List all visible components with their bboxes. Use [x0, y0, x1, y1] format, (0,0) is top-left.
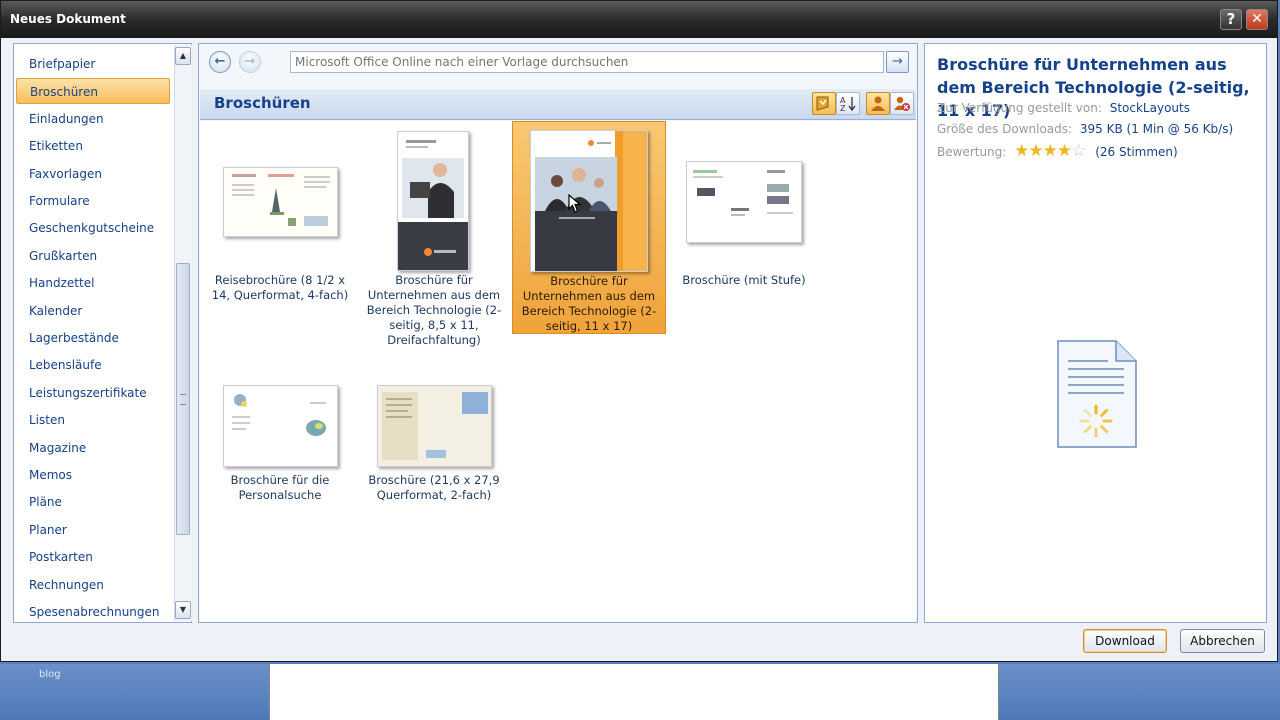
template-tile[interactable]: Broschüre (21,6 x 27,9 Querformat, 2-fac…	[358, 355, 510, 567]
rating-votes: (26 Stimmen)	[1095, 145, 1178, 159]
category-item[interactable]: Broschüren	[16, 78, 170, 105]
category-list: Briefpapier Broschüren Einladungen Etikette…	[13, 43, 192, 623]
template-caption: Broschüre für Unternehmen aus dem Bereic…	[366, 273, 502, 347]
sort-az-icon[interactable]: AZ	[836, 92, 860, 115]
background-document-page	[269, 664, 999, 720]
document-loading-icon	[1057, 340, 1137, 448]
category-item[interactable]: Spesenabrechnungen	[16, 599, 170, 625]
view-person-remove-icon[interactable]	[890, 92, 914, 115]
scroll-thumb[interactable]	[176, 263, 190, 535]
template-thumbnail	[377, 385, 492, 467]
category-item[interactable]: Listen	[16, 407, 170, 433]
template-thumbnail	[223, 385, 338, 467]
provided-by-label: Zur Verfügung gestellt von:	[937, 101, 1102, 115]
cancel-button[interactable]: Abbrechen	[1180, 629, 1265, 653]
category-item[interactable]: Rechnungen	[16, 572, 170, 598]
category-item[interactable]: Grußkarten	[16, 243, 170, 269]
view-person-icon[interactable]	[866, 92, 890, 115]
rating-stars: ★★★★☆	[1014, 141, 1086, 161]
category-item[interactable]: Lebensläufe	[16, 352, 170, 378]
star-icon: ★	[1014, 141, 1029, 161]
template-thumbnail	[530, 130, 648, 272]
category-item[interactable]: Handzettel	[16, 270, 170, 296]
section-title: Broschüren	[214, 94, 311, 112]
new-document-dialog: Neues Dokument ? ✕ Briefpapier Broschüren…	[0, 0, 1278, 662]
search-input[interactable]	[290, 51, 884, 73]
download-size-row: Größe des Downloads: 395 KB (1 Min @ 56 …	[937, 122, 1233, 136]
category-item[interactable]: Postkarten	[16, 544, 170, 570]
category-item[interactable]: Einladungen	[16, 106, 170, 132]
rating-row: Bewertung: ★★★★☆ (26 Stimmen)	[937, 141, 1178, 161]
star-icon: ★	[1056, 141, 1072, 161]
category-item[interactable]: Kalender	[16, 298, 170, 324]
star-icon: ★	[1042, 141, 1058, 161]
background-blog-label: blog	[39, 669, 61, 680]
category-item[interactable]: Lagerbestände	[16, 325, 170, 351]
category-item[interactable]: Magazine	[16, 435, 170, 461]
forward-arrow-icon[interactable]: →	[239, 51, 261, 73]
category-item[interactable]: Etiketten	[16, 133, 170, 159]
category-item[interactable]: Leistungszertifikate	[16, 380, 170, 406]
star-icon: ☆	[1071, 141, 1086, 161]
category-item[interactable]: Faxvorlagen	[16, 161, 170, 187]
section-header: Broschüren AZ	[200, 89, 916, 120]
category-item[interactable]: Pläne	[16, 489, 170, 515]
template-tile[interactable]: Broschüre für die Personalsuche	[204, 355, 356, 567]
download-size-value: 395 KB (1 Min @ 56 Kb/s)	[1079, 122, 1234, 136]
template-caption: Broschüre für Unternehmen aus dem Bereic…	[521, 274, 657, 333]
template-tile-selected[interactable]: Broschüre für Unternehmen aus dem Bereic…	[512, 121, 666, 334]
template-grid: Reisebrochüre (8 1/2 x 14, Querformat, 4…	[200, 121, 916, 621]
close-button[interactable]: ✕	[1246, 9, 1268, 30]
template-details: Broschüre für Unternehmen aus dem Bereic…	[924, 43, 1267, 623]
category-item[interactable]: Formulare	[16, 188, 170, 214]
dialog-title: Neues Dokument	[10, 12, 126, 26]
scroll-up-arrow-icon[interactable]: ▲	[175, 47, 191, 65]
template-browser: ← → → Broschüren AZ	[198, 43, 918, 623]
rating-label: Bewertung:	[937, 145, 1007, 159]
template-tile[interactable]: Broschüre für Unternehmen aus dem Bereic…	[358, 125, 510, 347]
category-item[interactable]: Geschenkgutscheine	[16, 215, 170, 241]
template-caption: Broschüre für die Personalsuche	[230, 473, 330, 502]
template-caption: Reisebrochüre (8 1/2 x 14, Querformat, 4…	[211, 273, 349, 302]
sort-by-rating-icon[interactable]	[812, 92, 836, 115]
back-arrow-icon[interactable]: ←	[209, 51, 231, 73]
category-item[interactable]: Briefpapier	[16, 51, 170, 77]
category-item[interactable]: Memos	[16, 462, 170, 488]
scroll-down-arrow-icon[interactable]: ▼	[175, 601, 191, 619]
template-caption: Broschüre (mit Stufe)	[682, 273, 806, 287]
star-icon: ★	[1028, 141, 1043, 161]
search-go-arrow-icon[interactable]: →	[886, 51, 909, 73]
provided-by-value: StockLayouts	[1109, 101, 1190, 115]
category-item[interactable]: Planer	[16, 517, 170, 543]
category-scrollbar[interactable]: ▲ ▼	[174, 45, 192, 621]
download-size-label: Größe des Downloads:	[937, 122, 1073, 136]
template-thumbnail	[223, 167, 338, 237]
template-thumbnail	[397, 131, 469, 271]
help-button[interactable]: ?	[1220, 9, 1242, 30]
template-caption: Broschüre (21,6 x 27,9 Querformat, 2-fac…	[368, 473, 500, 502]
dialog-titlebar: Neues Dokument ? ✕	[1, 1, 1277, 38]
template-tile[interactable]: Reisebrochüre (8 1/2 x 14, Querformat, 4…	[204, 125, 356, 337]
template-tile[interactable]: Broschüre (mit Stufe)	[668, 125, 820, 337]
template-thumbnail	[686, 161, 802, 243]
mouse-cursor-icon	[568, 194, 582, 213]
download-button[interactable]: Download	[1083, 629, 1167, 653]
provided-by-row: Zur Verfügung gestellt von: StockLayouts	[937, 101, 1190, 115]
svg-text:Z: Z	[840, 104, 846, 112]
